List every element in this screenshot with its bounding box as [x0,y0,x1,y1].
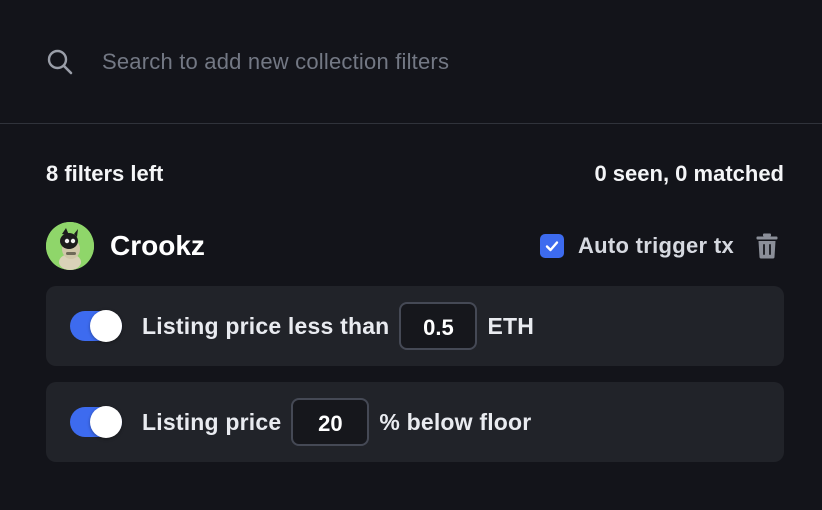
filter-prefix: Listing price less than [142,312,390,339]
filter-toggle-price-less-than[interactable] [70,310,122,342]
status-row: 8 filters left 0 seen, 0 matched [46,156,784,192]
search-icon [46,48,74,76]
check-icon[interactable] [539,234,564,258]
collection-name: Crookz [110,230,205,261]
filter-toggle-below-floor[interactable] [70,406,122,438]
filter-prefix: Listing price [142,408,282,435]
filter-suffix: ETH [487,312,535,339]
search-bar [0,0,822,124]
percent-value-input[interactable] [291,398,370,446]
filter-card-below-floor: Listing price % below floor [46,382,784,462]
toggle-knob [90,406,122,438]
filters-left-count: 8 filters left [46,161,164,186]
auto-trigger-checkbox[interactable]: Auto trigger tx [539,233,734,259]
filter-suffix: % below floor [379,408,532,435]
trash-icon[interactable] [754,232,780,260]
toggle-knob [90,310,122,342]
collection-header: Crookz Auto trigger tx [46,221,784,271]
search-input[interactable] [102,48,822,75]
seen-matched-count: 0 seen, 0 matched [594,161,784,186]
auto-trigger-label: Auto trigger tx [577,233,734,258]
filter-card-price-less-than: Listing price less than ETH [46,286,784,366]
collection-avatar [46,222,94,270]
price-value-input[interactable] [399,302,478,350]
